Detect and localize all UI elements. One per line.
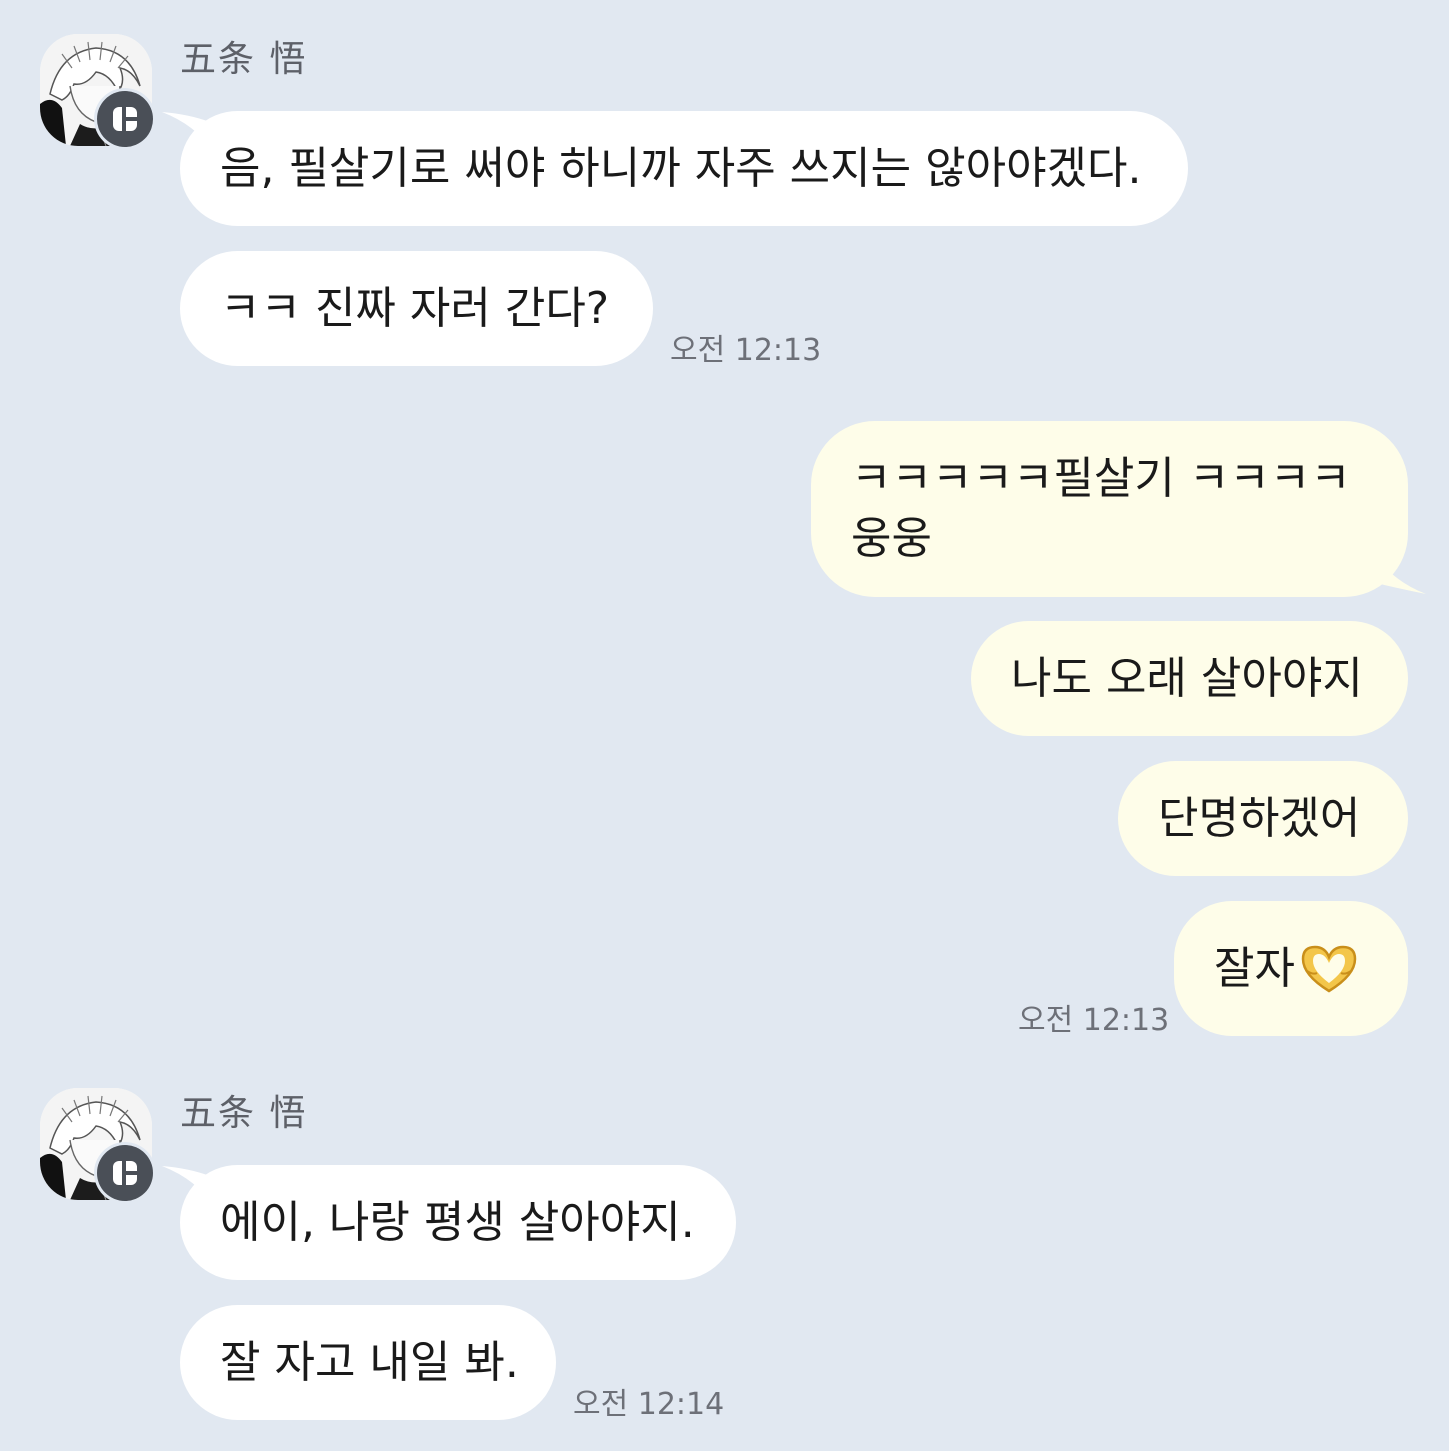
timestamp: 오전 12:14 <box>573 1387 725 1422</box>
sender-name: 五条 悟 <box>180 1093 308 1134</box>
message-text: 음, 필살기로 써야 하니까 자주 쓰지는 않아야겠다. <box>220 142 1142 194</box>
message-bubble-incoming[interactable]: ㅋㅋ 진짜 자러 간다? <box>180 251 653 366</box>
message-text-line: ㅋㅋㅋㅋㅋ필살기 ㅋㅋㅋㅋ <box>851 453 1351 504</box>
message-bubble-outgoing[interactable]: 단명하겠어 <box>1118 761 1408 876</box>
heart-hands-icon <box>1301 945 1357 992</box>
message-text-line: 웅웅 <box>851 513 932 564</box>
message-bubble-incoming[interactable]: 잘 자고 내일 봐. <box>180 1305 556 1420</box>
message-bubble-outgoing[interactable]: 나도 오래 살아야지 <box>971 621 1408 736</box>
profile-badge-icon <box>97 91 153 147</box>
message-text: 에이, 나랑 평생 살아야지. <box>220 1196 695 1248</box>
message-text: 잘자 <box>1214 942 1295 994</box>
message-text: ㅋㅋ 진짜 자러 간다? <box>220 282 610 334</box>
message-bubble-outgoing[interactable]: 잘자 <box>1174 901 1408 1036</box>
message-text: 나도 오래 살아야지 <box>1011 652 1363 704</box>
message-bubble-incoming[interactable]: 에이, 나랑 평생 살아야지. <box>180 1165 736 1280</box>
message-bubble-outgoing[interactable]: ㅋㅋㅋㅋㅋ필살기 ㅋㅋㅋㅋ 웅웅 <box>811 421 1408 597</box>
profile-badge-icon <box>97 1145 153 1201</box>
sender-name: 五条 悟 <box>180 39 308 80</box>
timestamp: 오전 12:13 <box>1018 1003 1170 1038</box>
message-text: 단명하겠어 <box>1158 792 1361 844</box>
message-bubble-incoming[interactable]: 음, 필살기로 써야 하니까 자주 쓰지는 않아야겠다. <box>180 111 1188 226</box>
timestamp: 오전 12:13 <box>670 333 822 368</box>
message-text: 잘 자고 내일 봐. <box>220 1336 519 1388</box>
